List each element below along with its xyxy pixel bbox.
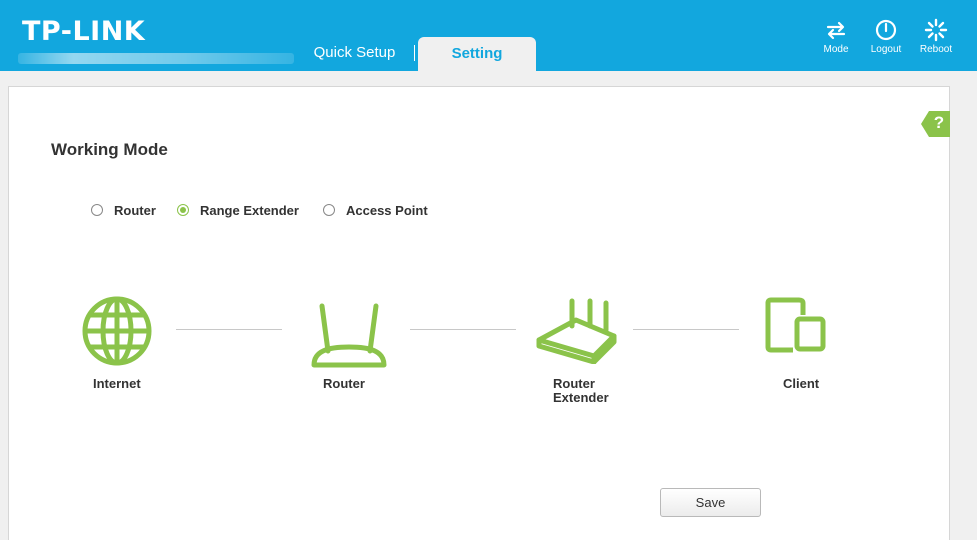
globe-icon bbox=[82, 296, 152, 366]
spinner-icon bbox=[924, 18, 948, 42]
router-label: Router bbox=[323, 376, 365, 391]
tab-divider bbox=[414, 45, 415, 61]
client-devices-icon bbox=[765, 297, 826, 353]
reboot-label: Reboot bbox=[919, 44, 953, 55]
tab-setting[interactable]: Setting bbox=[418, 37, 536, 71]
connector-line bbox=[176, 329, 282, 330]
radio-access-point-label: Access Point bbox=[346, 202, 428, 218]
reboot-button[interactable]: Reboot bbox=[912, 18, 960, 62]
logout-label: Logout bbox=[870, 44, 902, 55]
router-extender-label: Router Extender bbox=[553, 376, 609, 405]
radio-router[interactable]: Router bbox=[91, 201, 156, 219]
save-button[interactable]: Save bbox=[660, 488, 761, 517]
brand-logo: TP-LINK bbox=[22, 16, 146, 47]
tab-quick-setup[interactable]: Quick Setup bbox=[296, 38, 413, 68]
connector-line bbox=[633, 329, 739, 330]
logout-button[interactable]: Logout bbox=[862, 18, 910, 62]
radio-router-label: Router bbox=[114, 202, 156, 218]
top-header: TP-LINK Quick Setup Setting Mode Logout … bbox=[0, 0, 977, 71]
obscured-model-text bbox=[18, 53, 294, 64]
connector-line bbox=[410, 329, 516, 330]
router-icon bbox=[311, 303, 387, 368]
mode-label: Mode bbox=[823, 44, 849, 55]
page-title: Working Mode bbox=[51, 140, 168, 159]
internet-label: Internet bbox=[93, 376, 141, 391]
mode-button[interactable]: Mode bbox=[812, 18, 860, 62]
radio-range-extender-label: Range Extender bbox=[200, 202, 299, 218]
power-icon bbox=[875, 19, 897, 41]
radio-access-point-circle[interactable] bbox=[323, 204, 335, 216]
radio-range-extender-circle[interactable] bbox=[177, 204, 189, 216]
help-question-mark: ? bbox=[933, 113, 945, 132]
radio-router-circle[interactable] bbox=[91, 204, 103, 216]
swap-arrows-icon bbox=[826, 21, 846, 40]
radio-access-point[interactable]: Access Point bbox=[323, 201, 428, 219]
range-extender-icon bbox=[536, 298, 617, 364]
client-label: Client bbox=[783, 376, 820, 391]
radio-range-extender[interactable]: Range Extender bbox=[177, 201, 299, 219]
